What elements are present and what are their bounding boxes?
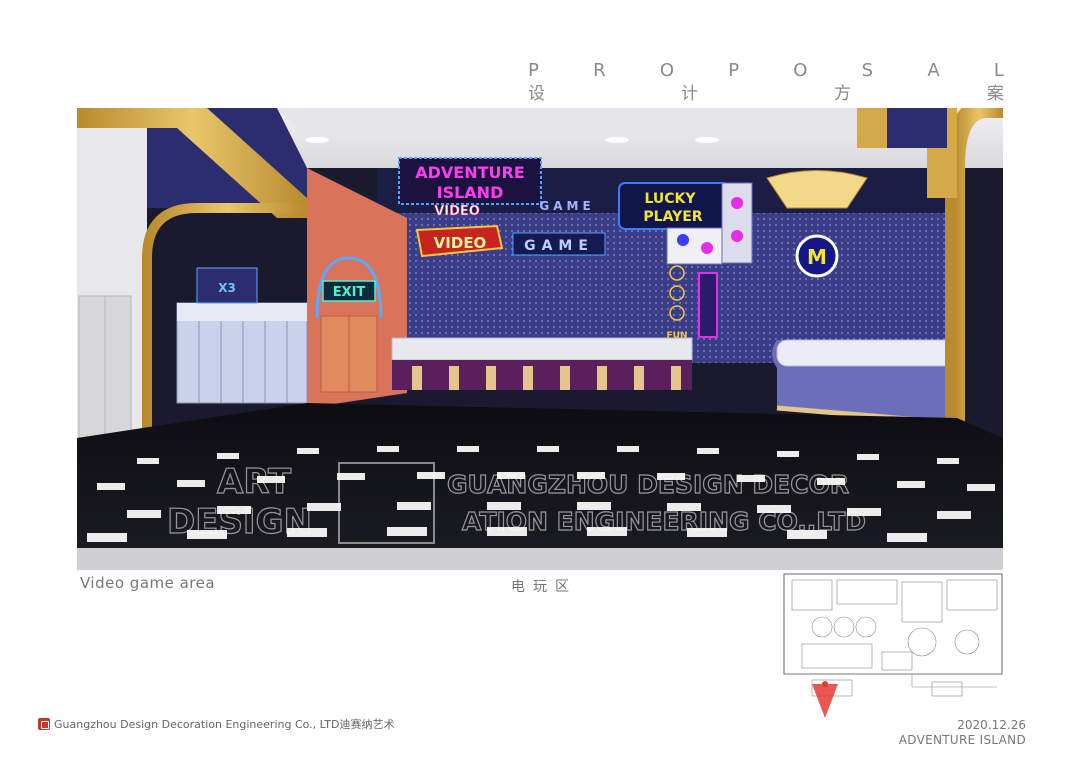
watermark-art: ART: [217, 462, 292, 502]
interior-render: EXIT X3 ADVENTURE ISLAND VIDEO GAME VIDE…: [77, 108, 1003, 570]
exit-sign-text: EXIT: [333, 285, 366, 300]
floor-plan-thumbnail: [782, 572, 1004, 718]
proposal-cn-char: 案: [987, 84, 1004, 104]
ceiling-light: [305, 137, 329, 143]
watermark-design: DESIGN: [167, 502, 312, 542]
date: 2020.12.26: [957, 718, 1026, 732]
ceiling-light: [605, 137, 629, 143]
watermark-company-2: ATION ENGINEERING CO.,LTD: [462, 507, 866, 536]
neon-cube: [666, 227, 723, 265]
proposal-title-cn: 设 计 方 案: [528, 79, 1004, 104]
proposal-page: P R O P O S A L 设 计 方 案 EXIT X3 ADVENTUR…: [0, 0, 1080, 764]
lucky-sign-text: LUCKY: [644, 191, 696, 207]
caption-english: Video game area: [80, 574, 216, 592]
bar-counter: [391, 337, 693, 361]
watermark-company-1: GUANGZHOU DESIGN DECOR: [447, 470, 849, 499]
proposal-cn-char: 方: [834, 84, 851, 104]
footer-company: Guangzhou Design Decoration Engineering …: [38, 716, 394, 732]
pink-neon-column: [698, 272, 718, 338]
proposal-cn-char: 设: [528, 84, 545, 104]
island-sign-text: ISLAND: [437, 183, 504, 202]
proposal-letter: P: [528, 60, 539, 81]
proposal-title-en: P R O P O S A L: [528, 60, 1004, 81]
proposal-letter: L: [993, 60, 1004, 81]
proposal-letter: A: [927, 60, 940, 81]
floor-plan-drawing: [783, 573, 1003, 718]
m-logo-text: M: [807, 245, 827, 269]
caption-chinese: 电玩区: [511, 579, 577, 595]
proposal-cn-char: 计: [681, 84, 698, 104]
camera-view-indicator: [812, 684, 838, 718]
game-sign-text: GAME: [524, 238, 594, 254]
proposal-letter: O: [793, 60, 808, 81]
x3-sign-text: X3: [218, 281, 236, 295]
game-top-sign-text: GAME: [539, 199, 594, 213]
proposal-letter: R: [593, 60, 606, 81]
company-name: Guangzhou Design Decoration Engineering …: [54, 718, 395, 731]
company-logo-icon: [38, 718, 50, 730]
video-top-sign-text: VIDEO: [434, 204, 480, 219]
adventure-sign-text: ADVENTURE: [415, 163, 525, 182]
proposal-letter: S: [861, 60, 874, 81]
proposal-letter: O: [659, 60, 674, 81]
ceiling-soffit: [277, 108, 877, 138]
video-sign-text: VIDEO: [434, 234, 487, 252]
project-name: ADVENTURE ISLAND: [898, 733, 1026, 747]
proposal-letter: P: [728, 60, 740, 81]
render-illustration: EXIT X3 ADVENTURE ISLAND VIDEO GAME VIDE…: [77, 108, 1003, 570]
player-sign-text: PLAYER: [643, 209, 702, 225]
ceiling-light: [695, 137, 719, 143]
